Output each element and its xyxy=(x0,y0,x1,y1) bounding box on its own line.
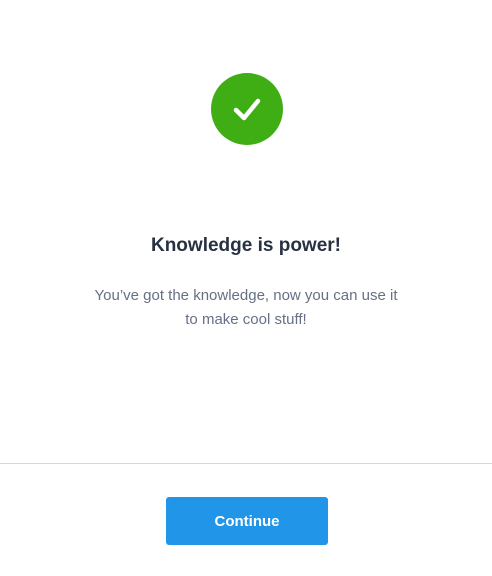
dialog-title: Knowledge is power! xyxy=(150,235,342,256)
completion-dialog: Knowledge is power! You’ve got the knowl… xyxy=(0,0,492,576)
dialog-message: You’ve got the knowledge, now you can us… xyxy=(70,284,422,332)
checkmark-icon xyxy=(233,98,261,121)
continue-button[interactable]: Continue xyxy=(166,497,328,545)
message-line: to make cool stuff! xyxy=(185,311,307,328)
check-circle-icon xyxy=(211,73,283,145)
message-line: You’ve got the knowledge, now you can us… xyxy=(94,287,398,304)
dialog-footer: Continue xyxy=(0,464,492,576)
